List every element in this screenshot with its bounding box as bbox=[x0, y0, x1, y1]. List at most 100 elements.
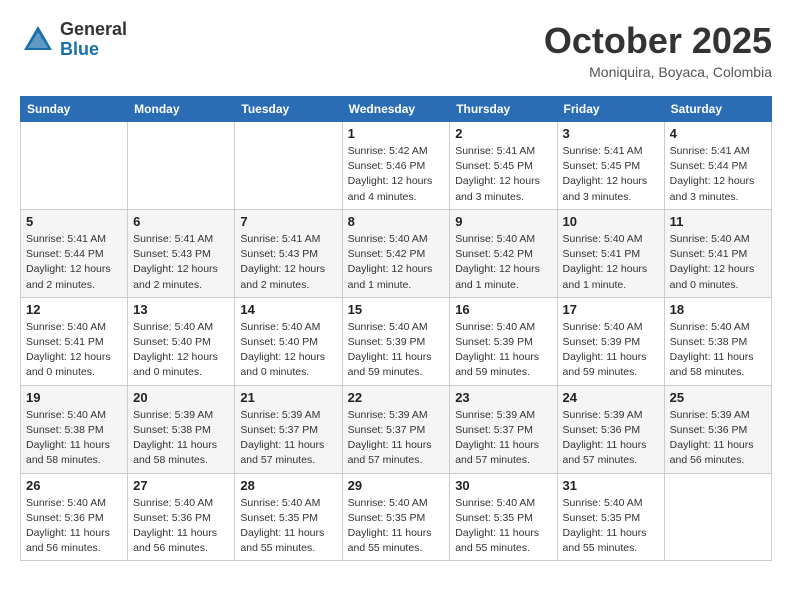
day-number: 13 bbox=[133, 302, 229, 317]
day-info-line: Sunrise: 5:41 AM bbox=[26, 232, 122, 247]
day-info-line: Sunset: 5:40 PM bbox=[133, 335, 229, 350]
day-info-line: Sunset: 5:43 PM bbox=[240, 247, 336, 262]
day-number: 25 bbox=[670, 390, 766, 405]
weekday-header-thursday: Thursday bbox=[450, 97, 557, 122]
calendar-cell: 16Sunrise: 5:40 AMSunset: 5:39 PMDayligh… bbox=[450, 297, 557, 385]
day-info-line: Sunset: 5:35 PM bbox=[348, 511, 445, 526]
calendar-cell: 30 Sunrise: 5:40 AMSunset: 5:35 PMDayligh… bbox=[450, 473, 557, 561]
day-info-line: Daylight: 11 hours bbox=[133, 526, 229, 541]
day-number: 7 bbox=[240, 214, 336, 229]
day-number: 1 bbox=[348, 126, 445, 141]
day-info-line: and 2 minutes. bbox=[133, 278, 229, 293]
day-info-line: Sunrise: 5:39 AM bbox=[348, 408, 445, 423]
calendar-cell: 1Sunrise: 5:42 AMSunset: 5:46 PMDaylight… bbox=[342, 122, 450, 210]
month-title: October 2025 bbox=[544, 20, 772, 62]
day-info: Sunrise: 5:41 AMSunset: 5:43 PMDaylight:… bbox=[133, 232, 229, 293]
day-info-line: and 2 minutes. bbox=[240, 278, 336, 293]
calendar-cell: 25Sunrise: 5:39 AMSunset: 5:36 PMDayligh… bbox=[664, 385, 771, 473]
day-info-line: Sunrise: 5:39 AM bbox=[133, 408, 229, 423]
calendar-cell bbox=[21, 122, 128, 210]
day-number: 30 bbox=[455, 478, 551, 493]
day-info-line: and 0 minutes. bbox=[670, 278, 766, 293]
day-info-line: Sunrise: 5:40 AM bbox=[563, 496, 659, 511]
day-number: 23 bbox=[455, 390, 551, 405]
day-info-line: Sunset: 5:35 PM bbox=[240, 511, 336, 526]
day-info-line: Daylight: 12 hours bbox=[240, 350, 336, 365]
weekday-header-friday: Friday bbox=[557, 97, 664, 122]
day-info-line: Sunrise: 5:40 AM bbox=[455, 232, 551, 247]
day-info: Sunrise: 5:40 AMSunset: 5:35 PMDaylight:… bbox=[455, 496, 551, 557]
day-info: Sunrise: 5:40 AMSunset: 5:42 PMDaylight:… bbox=[455, 232, 551, 293]
day-info-line: and 56 minutes. bbox=[26, 541, 122, 556]
day-info-line: Sunrise: 5:40 AM bbox=[240, 496, 336, 511]
day-info-line: Daylight: 12 hours bbox=[455, 174, 551, 189]
calendar-cell: 5 Sunrise: 5:41 AMSunset: 5:44 PMDaylight… bbox=[21, 209, 128, 297]
day-info-line: Daylight: 12 hours bbox=[455, 262, 551, 277]
day-info-line: and 58 minutes. bbox=[133, 453, 229, 468]
calendar-cell: 29Sunrise: 5:40 AMSunset: 5:35 PMDayligh… bbox=[342, 473, 450, 561]
day-info: Sunrise: 5:41 AMSunset: 5:45 PMDaylight:… bbox=[563, 144, 659, 205]
day-info-line: Daylight: 12 hours bbox=[348, 262, 445, 277]
day-info: Sunrise: 5:40 AMSunset: 5:36 PMDaylight:… bbox=[133, 496, 229, 557]
day-number: 5 bbox=[26, 214, 122, 229]
logo-blue-text: Blue bbox=[60, 40, 127, 60]
day-info: Sunrise: 5:40 AMSunset: 5:39 PMDaylight:… bbox=[348, 320, 445, 381]
day-info-line: Daylight: 11 hours bbox=[133, 438, 229, 453]
calendar-cell: 8Sunrise: 5:40 AMSunset: 5:42 PMDaylight… bbox=[342, 209, 450, 297]
day-info-line: and 1 minute. bbox=[455, 278, 551, 293]
day-info-line: Daylight: 12 hours bbox=[240, 262, 336, 277]
day-info-line: Daylight: 12 hours bbox=[670, 174, 766, 189]
calendar-cell: 12Sunrise: 5:40 AMSunset: 5:41 PMDayligh… bbox=[21, 297, 128, 385]
calendar-week-2: 5Sunrise: 5:41 AMSunset: 5:44 PMDaylight… bbox=[21, 209, 772, 297]
day-number: 9 bbox=[455, 214, 551, 229]
day-info-line: Daylight: 12 hours bbox=[348, 174, 445, 189]
day-info: Sunrise: 5:41 AMSunset: 5:45 PMDaylight:… bbox=[455, 144, 551, 205]
day-info-line: Sunset: 5:38 PM bbox=[670, 335, 766, 350]
day-info-line: Daylight: 11 hours bbox=[670, 350, 766, 365]
calendar-cell: 14Sunrise: 5:40 AMSunset: 5:40 PMDayligh… bbox=[235, 297, 342, 385]
day-info-line: Sunset: 5:39 PM bbox=[455, 335, 551, 350]
day-number: 31 bbox=[563, 478, 659, 493]
day-info: Sunrise: 5:40 AMSunset: 5:40 PMDaylight:… bbox=[133, 320, 229, 381]
day-number: 28 bbox=[240, 478, 336, 493]
day-info-line: Daylight: 11 hours bbox=[670, 438, 766, 453]
day-info: Sunrise: 5:40 AMSunset: 5:41 PMDaylight:… bbox=[670, 232, 766, 293]
day-info-line: and 57 minutes. bbox=[348, 453, 445, 468]
day-info-line: Sunset: 5:44 PM bbox=[26, 247, 122, 262]
day-number: 27 bbox=[133, 478, 229, 493]
day-info-line: Sunset: 5:45 PM bbox=[563, 159, 659, 174]
day-info-line: Sunrise: 5:39 AM bbox=[563, 408, 659, 423]
day-info: Sunrise: 5:41 AMSunset: 5:44 PMDaylight:… bbox=[26, 232, 122, 293]
day-info-line: Sunset: 5:42 PM bbox=[348, 247, 445, 262]
day-info-line: Sunset: 5:42 PM bbox=[455, 247, 551, 262]
calendar-cell: 26Sunrise: 5:40 AMSunset: 5:36 PMDayligh… bbox=[21, 473, 128, 561]
day-info-line: and 55 minutes. bbox=[348, 541, 445, 556]
day-info: Sunrise: 5:39 AMSunset: 5:37 PMDaylight:… bbox=[348, 408, 445, 469]
day-info-line: and 3 minutes. bbox=[563, 190, 659, 205]
day-info-line: Sunset: 5:43 PM bbox=[133, 247, 229, 262]
day-info-line: Sunrise: 5:41 AM bbox=[563, 144, 659, 159]
day-info-line: Daylight: 11 hours bbox=[348, 350, 445, 365]
day-info: Sunrise: 5:40 AMSunset: 5:39 PMDaylight:… bbox=[563, 320, 659, 381]
day-info-line: and 59 minutes. bbox=[563, 365, 659, 380]
day-info: Sunrise: 5:40 AMSunset: 5:35 PMDaylight:… bbox=[240, 496, 336, 557]
day-number: 17 bbox=[563, 302, 659, 317]
day-info-line: Sunset: 5:37 PM bbox=[455, 423, 551, 438]
calendar-cell: 9 Sunrise: 5:40 AMSunset: 5:42 PMDaylight… bbox=[450, 209, 557, 297]
day-info-line: Sunrise: 5:40 AM bbox=[348, 232, 445, 247]
day-info-line: Sunset: 5:36 PM bbox=[26, 511, 122, 526]
day-info-line: Sunrise: 5:40 AM bbox=[240, 320, 336, 335]
day-info-line: Daylight: 11 hours bbox=[26, 526, 122, 541]
day-info-line: Daylight: 12 hours bbox=[563, 174, 659, 189]
day-info-line: Sunset: 5:36 PM bbox=[563, 423, 659, 438]
day-info-line: Sunrise: 5:40 AM bbox=[455, 320, 551, 335]
calendar-table: SundayMondayTuesdayWednesdayThursdayFrid… bbox=[20, 96, 772, 561]
day-info: Sunrise: 5:39 AMSunset: 5:37 PMDaylight:… bbox=[455, 408, 551, 469]
calendar-cell: 15Sunrise: 5:40 AMSunset: 5:39 PMDayligh… bbox=[342, 297, 450, 385]
day-number: 26 bbox=[26, 478, 122, 493]
day-info-line: and 55 minutes. bbox=[563, 541, 659, 556]
day-info-line: Sunrise: 5:40 AM bbox=[670, 320, 766, 335]
day-info-line: Sunrise: 5:40 AM bbox=[348, 320, 445, 335]
day-info-line: Daylight: 11 hours bbox=[563, 350, 659, 365]
day-number: 11 bbox=[670, 214, 766, 229]
